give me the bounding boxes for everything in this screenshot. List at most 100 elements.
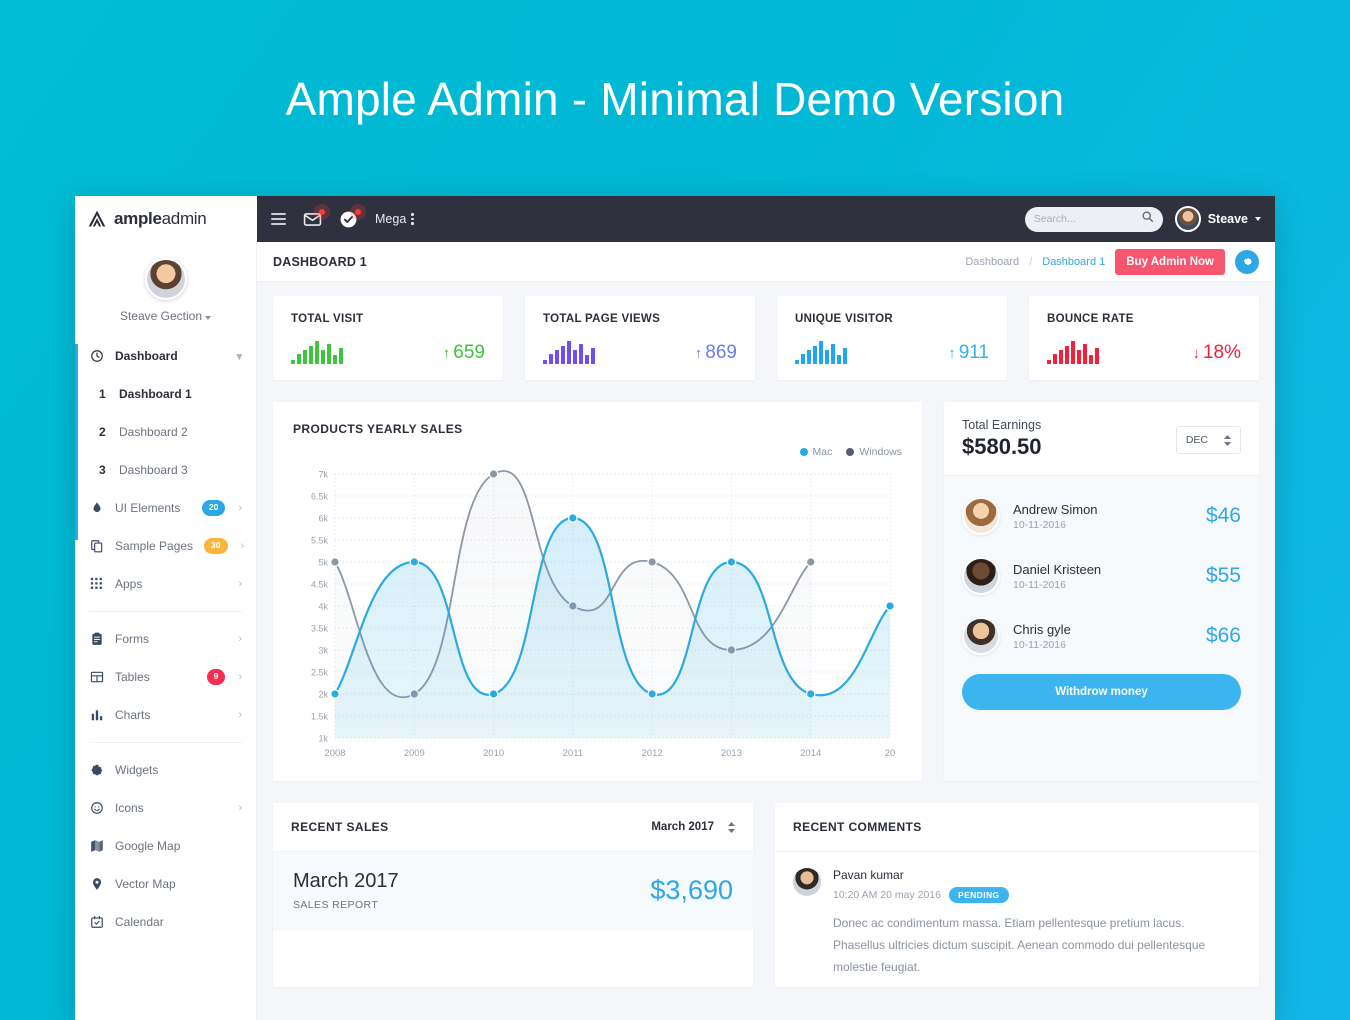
sidebar-item-tables[interactable]: Tables 9 › bbox=[75, 658, 256, 696]
chart-legend: Mac Windows bbox=[293, 446, 902, 458]
withdraw-money-button[interactable]: Withdrow money bbox=[962, 674, 1241, 710]
sidebar-item-ui-elements[interactable]: UI Elements 20 › bbox=[75, 489, 256, 527]
earnings-month-select[interactable]: DEC bbox=[1175, 426, 1241, 454]
legend-swatch bbox=[846, 448, 855, 456]
brand-wordmark: ampleadmin bbox=[114, 209, 207, 229]
svg-text:3.5k: 3.5k bbox=[311, 624, 329, 634]
user-menu[interactable]: Steave bbox=[1174, 206, 1261, 232]
sidebar-profile-name-label: Steave Gection bbox=[119, 309, 203, 323]
sidebar-divider bbox=[89, 742, 242, 743]
chevron-right-icon: › bbox=[240, 540, 245, 552]
sidebar-item-number: 1 bbox=[99, 387, 106, 401]
sidebar-item-widgets[interactable]: Widgets bbox=[75, 751, 256, 789]
recent-comments-header: RECENT COMMENTS bbox=[775, 803, 1259, 852]
person-amount: $46 bbox=[1205, 504, 1241, 527]
list-item[interactable]: Andrew Simon 10-11-2016 $46 bbox=[962, 486, 1241, 546]
sidebar-item-dashboard-1[interactable]: 1 Dashboard 1 bbox=[75, 375, 256, 413]
tasks-check-icon[interactable] bbox=[339, 208, 361, 229]
mid-row: PRODUCTS YEARLY SALES Mac Windows 7k 6.5… bbox=[273, 402, 1259, 781]
sidebar-item-charts[interactable]: Charts › bbox=[75, 696, 256, 734]
stat-value-group: ↑ 659 bbox=[443, 342, 485, 364]
kebab-icon bbox=[411, 213, 414, 225]
stat-value: 659 bbox=[453, 342, 485, 363]
sidebar-item-number: 2 bbox=[99, 425, 106, 439]
menu-toggle-icon[interactable] bbox=[271, 210, 286, 228]
stat-body: ↑ 869 bbox=[543, 340, 737, 364]
sidebar-item-forms[interactable]: Forms › bbox=[75, 620, 256, 658]
brand-logo[interactable]: ampleadmin bbox=[75, 196, 257, 242]
svg-text:2k: 2k bbox=[318, 690, 328, 700]
earnings-summary: Total Earnings $580.50 bbox=[962, 418, 1042, 460]
earnings-amount: $580.50 bbox=[962, 434, 1042, 459]
svg-text:2014: 2014 bbox=[800, 748, 821, 759]
sidebar-item-label: Dashboard 3 bbox=[119, 463, 188, 477]
buy-admin-button[interactable]: Buy Admin Now bbox=[1115, 248, 1225, 275]
sidebar-item-calendar[interactable]: Calendar bbox=[75, 903, 256, 941]
comment-meta: 10:20 AM 20 may 2016 PENDING bbox=[833, 887, 1233, 903]
sidebar-item-dashboard-2[interactable]: 2 Dashboard 2 bbox=[75, 413, 256, 451]
breadcrumb-root[interactable]: Dashboard bbox=[965, 256, 1019, 268]
gear-icon bbox=[1243, 258, 1252, 266]
mail-icon[interactable] bbox=[303, 208, 325, 229]
stat-title: UNIQUE VISITOR bbox=[795, 313, 893, 325]
list-item[interactable]: Daniel Kristeen 10-11-2016 $55 bbox=[962, 546, 1241, 606]
sidebar-item-dashboard-3[interactable]: 3 Dashboard 3 bbox=[75, 451, 256, 489]
recent-sales-info: March 2017 SALES REPORT bbox=[293, 870, 399, 911]
admin-app-window: ampleadmin Mega Search... Steave Steave … bbox=[75, 196, 1275, 1020]
recent-comments-card: RECENT COMMENTS Pavan kumar 10:20 AM 20 … bbox=[775, 803, 1259, 987]
legend-item-mac[interactable]: Mac bbox=[799, 446, 832, 458]
mega-menu-button[interactable]: Mega bbox=[375, 212, 414, 226]
avatar bbox=[144, 258, 187, 300]
sidebar-item-label: Sample Pages bbox=[115, 539, 194, 553]
svg-text:20: 20 bbox=[885, 748, 896, 759]
svg-text:7k: 7k bbox=[318, 470, 328, 480]
sidebar-item-label: Apps bbox=[115, 577, 143, 591]
svg-text:4.5k: 4.5k bbox=[311, 580, 329, 590]
chevron-right-icon: › bbox=[238, 802, 242, 814]
sparkline-bars bbox=[795, 340, 847, 364]
legend-item-windows[interactable]: Windows bbox=[846, 446, 902, 458]
sidebar-item-google-map[interactable]: Google Map bbox=[75, 827, 256, 865]
stepper-icon bbox=[728, 821, 735, 833]
breadcrumb-current[interactable]: Dashboard 1 bbox=[1042, 256, 1105, 268]
svg-text:2010: 2010 bbox=[483, 748, 504, 759]
pin-icon bbox=[89, 877, 104, 891]
sidebar-item-label: Calendar bbox=[115, 915, 164, 929]
sidebar-item-label: UI Elements bbox=[115, 501, 181, 515]
svg-text:2012: 2012 bbox=[642, 748, 663, 759]
search-box[interactable] bbox=[1024, 206, 1163, 232]
stat-card-total-visit: TOTAL VISIT ↑ 659 bbox=[273, 296, 503, 380]
stats-row: TOTAL VISIT ↑ 659 TOTAL PAGE VIEWS ↑ 869… bbox=[273, 296, 1259, 380]
comment-text: Donec ac condimentum massa. Etiam pellen… bbox=[833, 916, 1206, 975]
svg-text:3k: 3k bbox=[318, 646, 328, 656]
sidebar-item-icons[interactable]: Icons › bbox=[75, 789, 256, 827]
top-navbar: Mega Steave bbox=[257, 196, 1275, 242]
recent-sales-month-select[interactable]: March 2017 bbox=[651, 821, 735, 833]
search-icon[interactable] bbox=[1141, 210, 1154, 228]
search-input[interactable] bbox=[1033, 213, 1136, 225]
sidebar-item-vector-map[interactable]: Vector Map bbox=[75, 865, 256, 903]
person-date: 10-11-2016 bbox=[1013, 578, 1066, 591]
sidebar-divider bbox=[89, 611, 242, 612]
list-item[interactable]: Chris gyle 10-11-2016 $66 bbox=[962, 606, 1241, 666]
stat-card-total-page-views: TOTAL PAGE VIEWS ↑ 869 bbox=[525, 296, 755, 380]
sidebar-item-label: Dashboard 2 bbox=[119, 425, 188, 439]
sidebar-profile-name[interactable]: Steave Gection bbox=[75, 309, 256, 323]
main-content: DASHBOARD 1 Dashboard / Dashboard 1 Buy … bbox=[257, 242, 1275, 1020]
recent-sales-header: RECENT SALES March 2017 bbox=[273, 803, 753, 852]
person-name: Daniel Kristeen bbox=[1013, 561, 1102, 577]
sidebar-item-sample-pages[interactable]: Sample Pages 30 › bbox=[75, 527, 256, 565]
recent-sales-row: March 2017 SALES REPORT $3,690 bbox=[273, 852, 753, 931]
table-icon bbox=[89, 670, 104, 684]
bar-chart-icon bbox=[89, 708, 104, 722]
navbar-left-group: Mega bbox=[271, 208, 414, 229]
earnings-month-value: DEC bbox=[1185, 434, 1208, 446]
sidebar-item-dashboard[interactable]: Dashboard ▾ bbox=[75, 337, 256, 375]
sidebar-item-label: Forms bbox=[115, 632, 149, 646]
person-amount: $66 bbox=[1205, 624, 1241, 647]
settings-button[interactable] bbox=[1235, 249, 1259, 274]
sidebar-profile[interactable]: Steave Gection bbox=[75, 242, 256, 333]
sidebar-item-apps[interactable]: Apps › bbox=[75, 565, 256, 603]
page-title: DASHBOARD 1 bbox=[273, 254, 367, 269]
chart-title: PRODUCTS YEARLY SALES bbox=[293, 422, 463, 436]
